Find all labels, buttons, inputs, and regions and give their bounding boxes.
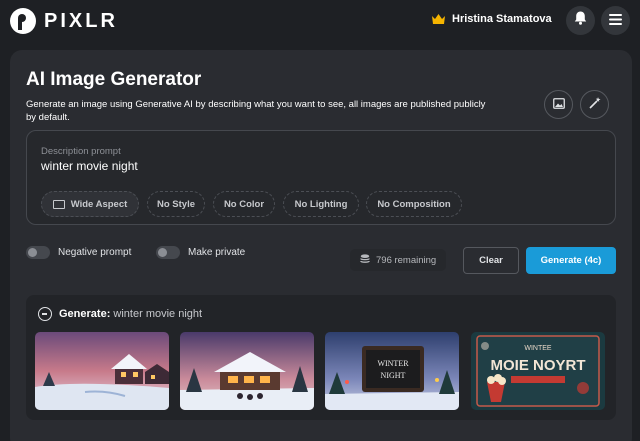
svg-text:MOIE NOYRT: MOIE NOYRT [490,357,585,374]
lighting-chip[interactable]: No Lighting [283,191,359,217]
color-chip[interactable]: No Color [213,191,275,217]
page-title: AI Image Generator [26,69,202,90]
results-title: Generate: winter movie night [59,308,203,320]
svg-text:WINTEE: WINTEE [524,345,552,352]
result-thumbnail[interactable]: WINTEE MOIE NOYRT [471,332,605,410]
wide-aspect-label: Wide Aspect [70,198,128,210]
description-prompt-field[interactable]: Description prompt winter movie night Wi… [26,130,616,225]
aspect-ratio-icon [52,199,65,209]
style-label: No Style [156,198,195,210]
composition-label: No Composition [377,198,451,210]
prompt-label: Description prompt [41,146,121,157]
hamburger-menu-icon [609,12,622,30]
credits-remaining-text: 796 remaining [376,254,437,266]
clear-button[interactable]: Clear [463,247,519,274]
main-menu-button[interactable] [601,6,630,35]
generation-results: Generate: winter movie night WINTER NIGH… [26,295,616,420]
magic-wand-icon [588,96,601,114]
ai-generator-panel: AI Image Generator Generate an image usi… [10,50,632,441]
credits-remaining: 796 remaining [350,249,447,271]
bell-icon [574,11,587,30]
negative-prompt-option[interactable]: Negative prompt [26,246,131,259]
generate-button[interactable]: Generate (4c) [526,247,616,274]
negative-prompt-label: Negative prompt [58,247,132,258]
crown-icon [432,14,445,24]
wide-aspect-chip[interactable]: Wide Aspect [41,191,139,217]
image-reference-button[interactable] [544,90,573,119]
pixlr-logo-icon [10,8,36,34]
svg-text:WINTER: WINTER [377,359,409,368]
lighting-label: No Lighting [294,198,348,210]
page-subtitle: Generate an image using Generative AI by… [26,99,486,123]
result-thumbnail[interactable] [180,332,314,410]
make-private-toggle[interactable] [156,246,180,259]
notifications-button[interactable] [566,6,595,35]
result-thumbnail[interactable] [35,332,169,410]
user-account[interactable]: Hristina Stamatova [432,13,552,25]
make-private-option[interactable]: Make private [156,246,245,259]
prompt-input[interactable]: winter movie night [41,159,138,173]
style-chip[interactable]: No Style [147,191,205,217]
generate-icon [38,307,52,321]
svg-text:NIGHT: NIGHT [381,371,406,380]
credits-stack-icon [360,253,370,267]
results-header: Generate: winter movie night [38,307,202,321]
negative-prompt-toggle[interactable] [26,246,50,259]
make-private-label: Make private [188,247,246,258]
image-icon [552,96,565,114]
composition-chip[interactable]: No Composition [366,191,462,217]
top-bar: PIXLR Hristina Stamatova [0,0,640,42]
magic-wand-button[interactable] [580,90,609,119]
color-label: No Color [223,198,265,210]
pixlr-logo[interactable]: PIXLR [10,8,118,34]
result-thumbnail[interactable]: WINTER NIGHT [325,332,459,410]
logo-text: PIXLR [44,9,118,32]
user-name: Hristina Stamatova [452,13,552,25]
